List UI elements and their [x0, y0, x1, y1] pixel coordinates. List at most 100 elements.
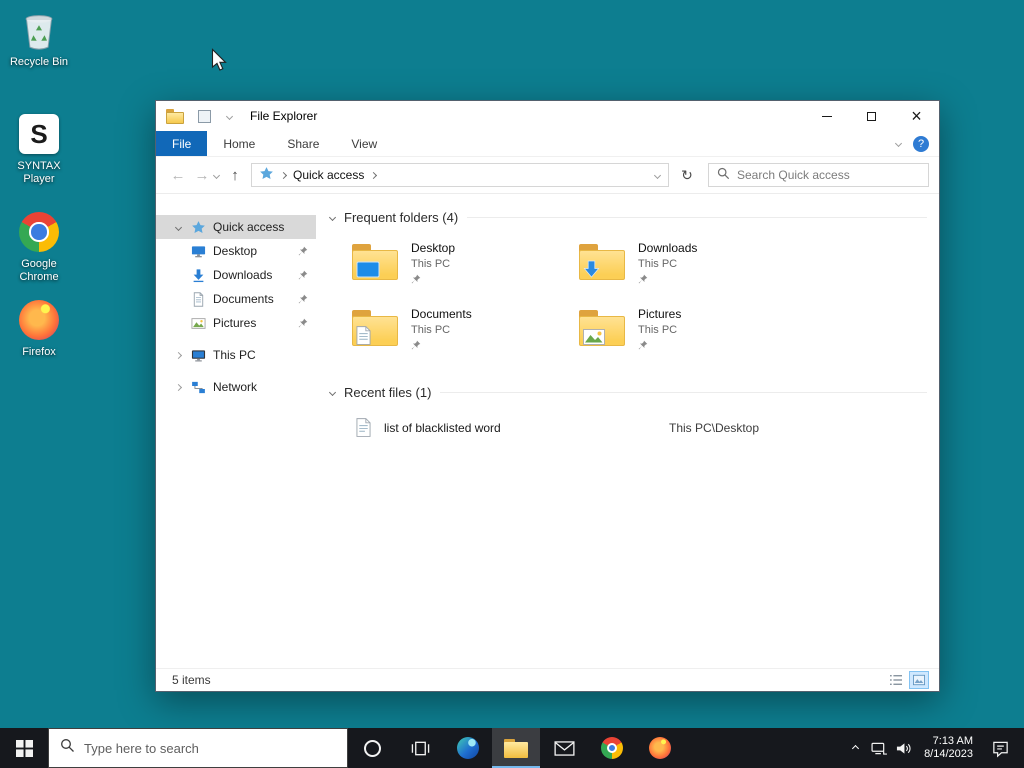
collapse-group-icon[interactable] [328, 213, 337, 222]
sidebar-item-pictures[interactable]: Pictures [156, 311, 316, 335]
pin-icon [298, 246, 308, 256]
search-icon [717, 167, 730, 183]
frequent-folders-header[interactable]: Frequent folders (4) [328, 210, 927, 225]
desktop-icon-label: Recycle Bin [9, 56, 69, 68]
tab-file[interactable]: File [156, 131, 208, 156]
folder-tile-pictures[interactable]: Pictures This PC [573, 303, 800, 369]
window-folder-icon [166, 108, 184, 124]
chrome-button[interactable] [588, 728, 636, 768]
folder-tile-downloads[interactable]: Downloads This PC [573, 237, 800, 303]
desktop-folder-icon [352, 243, 398, 281]
desktop-icon-firefox[interactable]: Firefox [1, 298, 77, 359]
task-view-icon [411, 741, 429, 755]
breadcrumb[interactable]: Quick access [293, 168, 364, 182]
expander-icon[interactable] [174, 223, 183, 231]
this-pc-icon [190, 347, 206, 363]
documents-folder-icon [352, 309, 398, 347]
breadcrumb-separator-icon[interactable] [370, 171, 378, 179]
folder-name: Documents [411, 307, 472, 321]
file-explorer-button[interactable] [492, 728, 540, 768]
expander-icon[interactable] [174, 383, 183, 391]
recent-locations-icon[interactable] [212, 171, 221, 179]
folder-location: This PC [638, 324, 678, 336]
breadcrumb-separator-icon [279, 171, 288, 179]
ribbon-tabs: File Home Share View [156, 131, 939, 157]
sidebar-item-this-pc[interactable]: This PC [156, 343, 316, 367]
tray-overflow-button[interactable] [843, 728, 867, 768]
desktop-icon-recycle-bin[interactable]: Recycle Bin [1, 8, 77, 69]
minimize-button[interactable] [804, 101, 849, 131]
sidebar-item-documents[interactable]: Documents [156, 287, 316, 311]
volume-tray-button[interactable] [891, 728, 915, 768]
cortana-button[interactable] [348, 728, 396, 768]
title-bar[interactable]: File Explorer [156, 101, 939, 131]
pin-icon [298, 270, 308, 280]
maximize-button[interactable] [849, 101, 894, 131]
folder-tile-documents[interactable]: Documents This PC [346, 303, 573, 369]
address-bar[interactable]: Quick access [251, 163, 669, 187]
pin-icon [638, 340, 681, 350]
mouse-cursor [211, 48, 227, 71]
folder-location: This PC [411, 324, 451, 336]
forward-button[interactable] [190, 163, 214, 187]
content-area: Frequent folders (4) Desktop This PC Dow… [316, 194, 939, 668]
details-view-button[interactable] [886, 671, 906, 689]
refresh-button[interactable] [675, 163, 699, 187]
address-dropdown-icon[interactable] [653, 171, 662, 179]
edge-button[interactable] [444, 728, 492, 768]
cortana-icon [363, 739, 381, 757]
large-icons-view-button[interactable] [909, 671, 929, 689]
firefox-button[interactable] [636, 728, 684, 768]
expand-ribbon-icon[interactable] [894, 139, 903, 148]
explorer-search-box[interactable] [708, 163, 929, 187]
sidebar-item-quick-access[interactable]: Quick access [156, 215, 316, 239]
recent-file-row[interactable]: list of blacklisted word This PC\Desktop [356, 418, 927, 437]
taskbar-clock[interactable]: 7:13 AM 8/14/2023 [915, 735, 982, 761]
quick-access-toolbar-icon[interactable] [198, 109, 211, 123]
navigation-pane: Quick access Desktop Downloads Documents… [156, 194, 316, 668]
network-tray-button[interactable] [867, 728, 891, 768]
file-explorer-icon [504, 738, 528, 758]
pictures-icon [190, 315, 206, 331]
pictures-folder-icon [579, 309, 625, 347]
tab-share[interactable]: Share [271, 131, 335, 156]
desktop-icon-google-chrome[interactable]: Google Chrome [1, 210, 77, 284]
folder-tile-desktop[interactable]: Desktop This PC [346, 237, 573, 303]
mail-button[interactable] [540, 728, 588, 768]
speaker-icon [896, 742, 911, 754]
tab-home[interactable]: Home [207, 131, 271, 156]
taskbar-search-box[interactable] [48, 728, 348, 768]
recycle-bin-icon [17, 8, 61, 52]
tab-view[interactable]: View [335, 131, 393, 156]
task-view-button[interactable] [396, 728, 444, 768]
collapse-group-icon[interactable] [328, 388, 337, 397]
start-button[interactable] [0, 728, 48, 768]
text-file-icon [356, 418, 371, 437]
back-button[interactable] [166, 163, 190, 187]
status-bar: 5 items [156, 668, 939, 691]
desktop-icon-label: SYNTAX Player [17, 160, 61, 185]
file-location: This PC\Desktop [669, 420, 760, 435]
folder-location: This PC [411, 258, 451, 270]
file-explorer-window: File Explorer File Home Share View Quick… [155, 100, 940, 692]
desktop-icon-syntax-player[interactable]: S SYNTAX Player [1, 112, 77, 186]
action-center-button[interactable] [982, 728, 1018, 768]
explorer-search-input[interactable] [737, 168, 920, 182]
qat-dropdown-icon[interactable] [225, 112, 234, 120]
network-icon [871, 742, 887, 755]
quick-access-star-icon [190, 219, 206, 235]
sidebar-item-desktop[interactable]: Desktop [156, 239, 316, 263]
chrome-icon [601, 737, 623, 759]
pin-icon [411, 274, 455, 284]
desktop-icon-label: Google Chrome [19, 258, 59, 283]
recent-files-header[interactable]: Recent files (1) [328, 385, 927, 400]
chevron-up-icon [851, 744, 859, 752]
taskbar-search-input[interactable] [84, 740, 336, 756]
sidebar-item-downloads[interactable]: Downloads [156, 263, 316, 287]
sidebar-item-network[interactable]: Network [156, 375, 316, 399]
expander-icon[interactable] [174, 351, 183, 359]
help-icon[interactable] [913, 135, 929, 152]
close-button[interactable] [894, 101, 939, 131]
up-button[interactable] [223, 163, 247, 187]
sidebar-item-label: Downloads [213, 268, 273, 282]
